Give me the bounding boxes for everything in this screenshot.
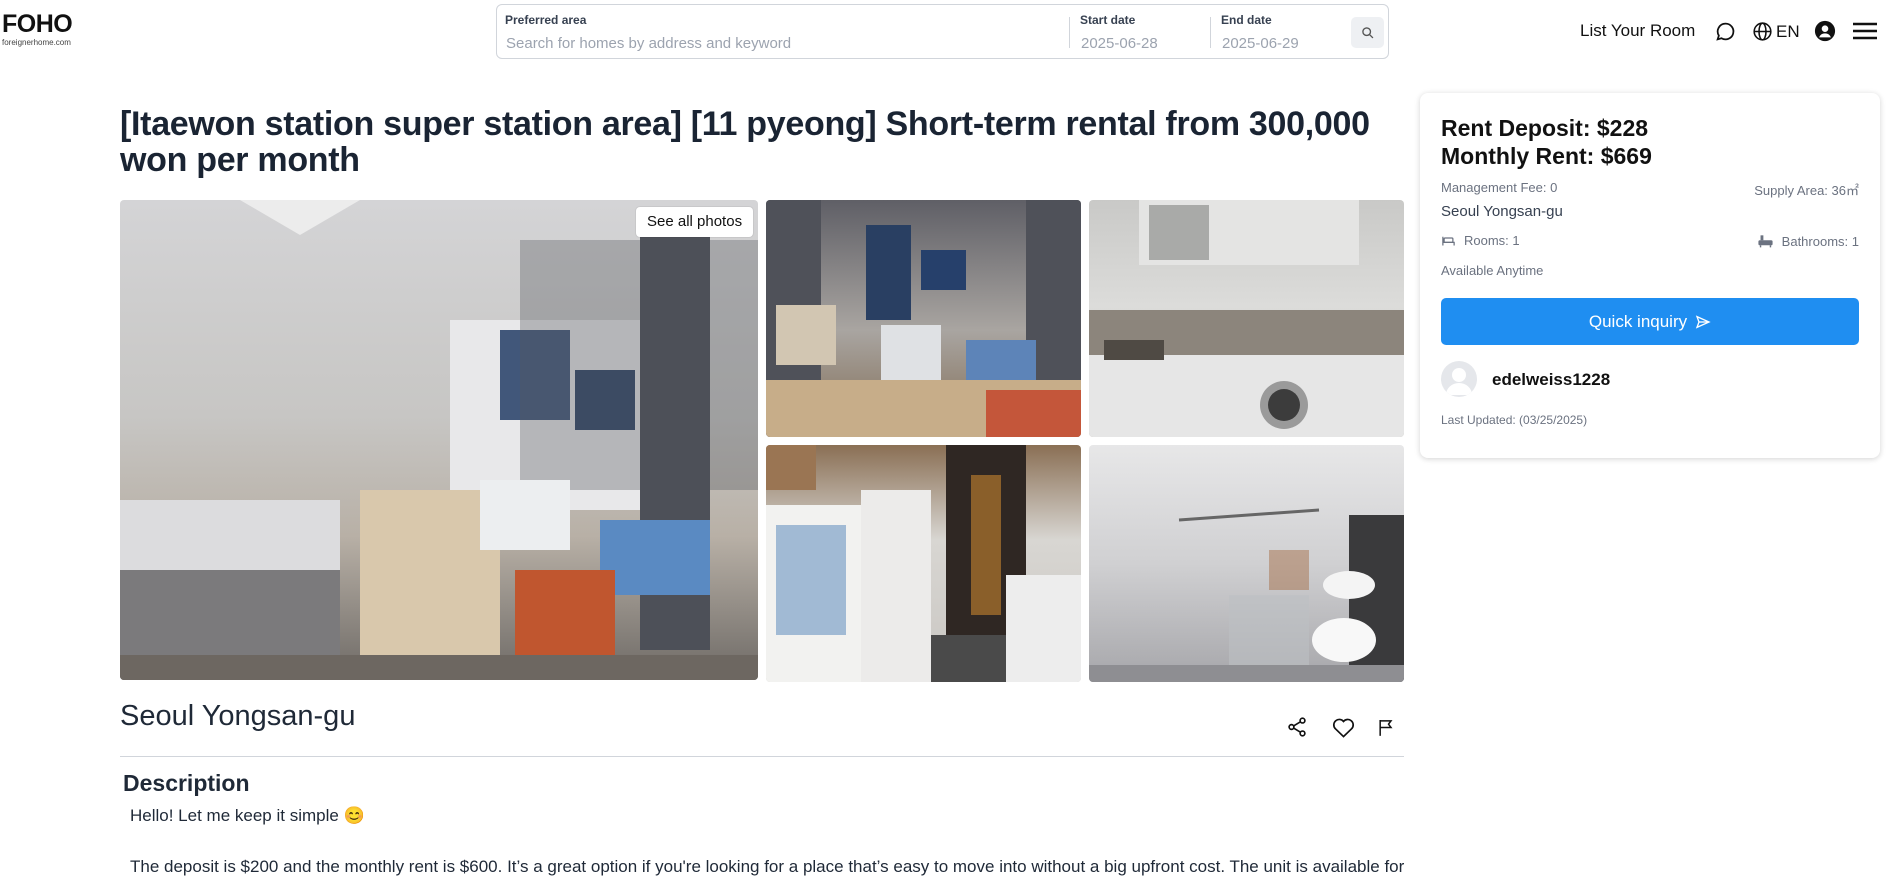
logo-domain: foreignerhome.com [2, 38, 71, 47]
description-text: Hello! Let me keep it simple 😊 [130, 806, 365, 825]
bathtub-icon [1758, 235, 1773, 248]
see-all-photos-button[interactable]: See all photos [636, 207, 754, 237]
foho-logo[interactable]: FOHO foreignerhome.com [2, 10, 73, 47]
section-divider [120, 756, 1404, 757]
description-text: The deposit is $200 and the monthly rent… [130, 857, 1405, 876]
listing-title: [Itaewon station super station area] [11… [120, 105, 1370, 179]
heart-icon[interactable] [1330, 714, 1356, 740]
end-date-field[interactable]: End date 2025-06-29 [1213, 5, 1351, 58]
search-button[interactable] [1351, 17, 1384, 48]
search-bar: Preferred area Search for homes by addre… [496, 4, 1389, 59]
availability: Available Anytime [1441, 263, 1544, 278]
bed-icon [1442, 236, 1455, 246]
chat-icon[interactable] [1713, 19, 1737, 43]
photo-thumbnail[interactable] [766, 200, 1081, 437]
user-icon[interactable] [1813, 19, 1837, 43]
bathrooms-count: Bathrooms: 1 [1781, 233, 1859, 249]
area-field[interactable]: Preferred area Search for homes by addre… [497, 5, 1069, 58]
end-date-label: End date [1221, 13, 1272, 27]
search-icon [1362, 27, 1374, 39]
share-icon[interactable] [1284, 714, 1310, 740]
globe-icon[interactable] [1750, 19, 1774, 43]
rooms-count: Rooms: 1 [1464, 233, 1520, 248]
management-fee: Management Fee: 0 [1441, 180, 1558, 195]
start-date-input[interactable]: 2025-06-28 [1081, 35, 1158, 52]
flag-icon[interactable] [1373, 714, 1399, 740]
rent-deposit: Rent Deposit: $228 [1441, 115, 1649, 141]
menu-icon[interactable] [1851, 19, 1879, 43]
avatar[interactable] [1441, 361, 1477, 397]
photo-thumbnail[interactable] [766, 445, 1081, 682]
area-search-input[interactable]: Search for homes by address and keyword [506, 35, 791, 52]
last-updated: Last Updated: (03/25/2025) [1441, 413, 1588, 427]
search-divider [1210, 17, 1211, 48]
host-username[interactable]: edelweiss1228 [1492, 370, 1610, 390]
end-date-input[interactable]: 2025-06-29 [1222, 35, 1299, 52]
main-photo[interactable] [120, 200, 758, 680]
start-date-field[interactable]: Start date 2025-06-28 [1072, 5, 1212, 58]
bathrooms-info: Bathrooms: 1 [1757, 233, 1859, 249]
pricing-card: Rent Deposit: $228 Monthly Rent: $669 Ma… [1420, 93, 1880, 458]
quick-inquiry-button[interactable]: Quick inquiry [1441, 298, 1859, 345]
area-label: Preferred area [505, 13, 587, 27]
language-selector[interactable]: EN [1776, 22, 1800, 42]
send-icon [1695, 314, 1711, 329]
card-region: Seoul Yongsan-gu [1441, 203, 1563, 220]
monthly-rent: Monthly Rent: $669 [1441, 143, 1652, 169]
search-divider [1069, 17, 1070, 48]
top-header: FOHO foreignerhome.com Preferred area Se… [0, 0, 1888, 62]
description-heading: Description [123, 770, 250, 796]
photo-thumbnail[interactable] [1089, 200, 1404, 437]
photo-thumbnail[interactable] [1089, 445, 1404, 682]
list-your-room-link[interactable]: List Your Room [1580, 21, 1695, 41]
listing-location: Seoul Yongsan-gu [120, 700, 356, 732]
quick-inquiry-label: Quick inquiry [1588, 311, 1688, 331]
start-date-label: Start date [1080, 13, 1136, 27]
logo-wordmark: FOHO [2, 10, 73, 38]
supply-area: Supply Area: 36㎡ [1754, 183, 1859, 198]
rooms-info: Rooms: 1 [1441, 233, 1520, 248]
